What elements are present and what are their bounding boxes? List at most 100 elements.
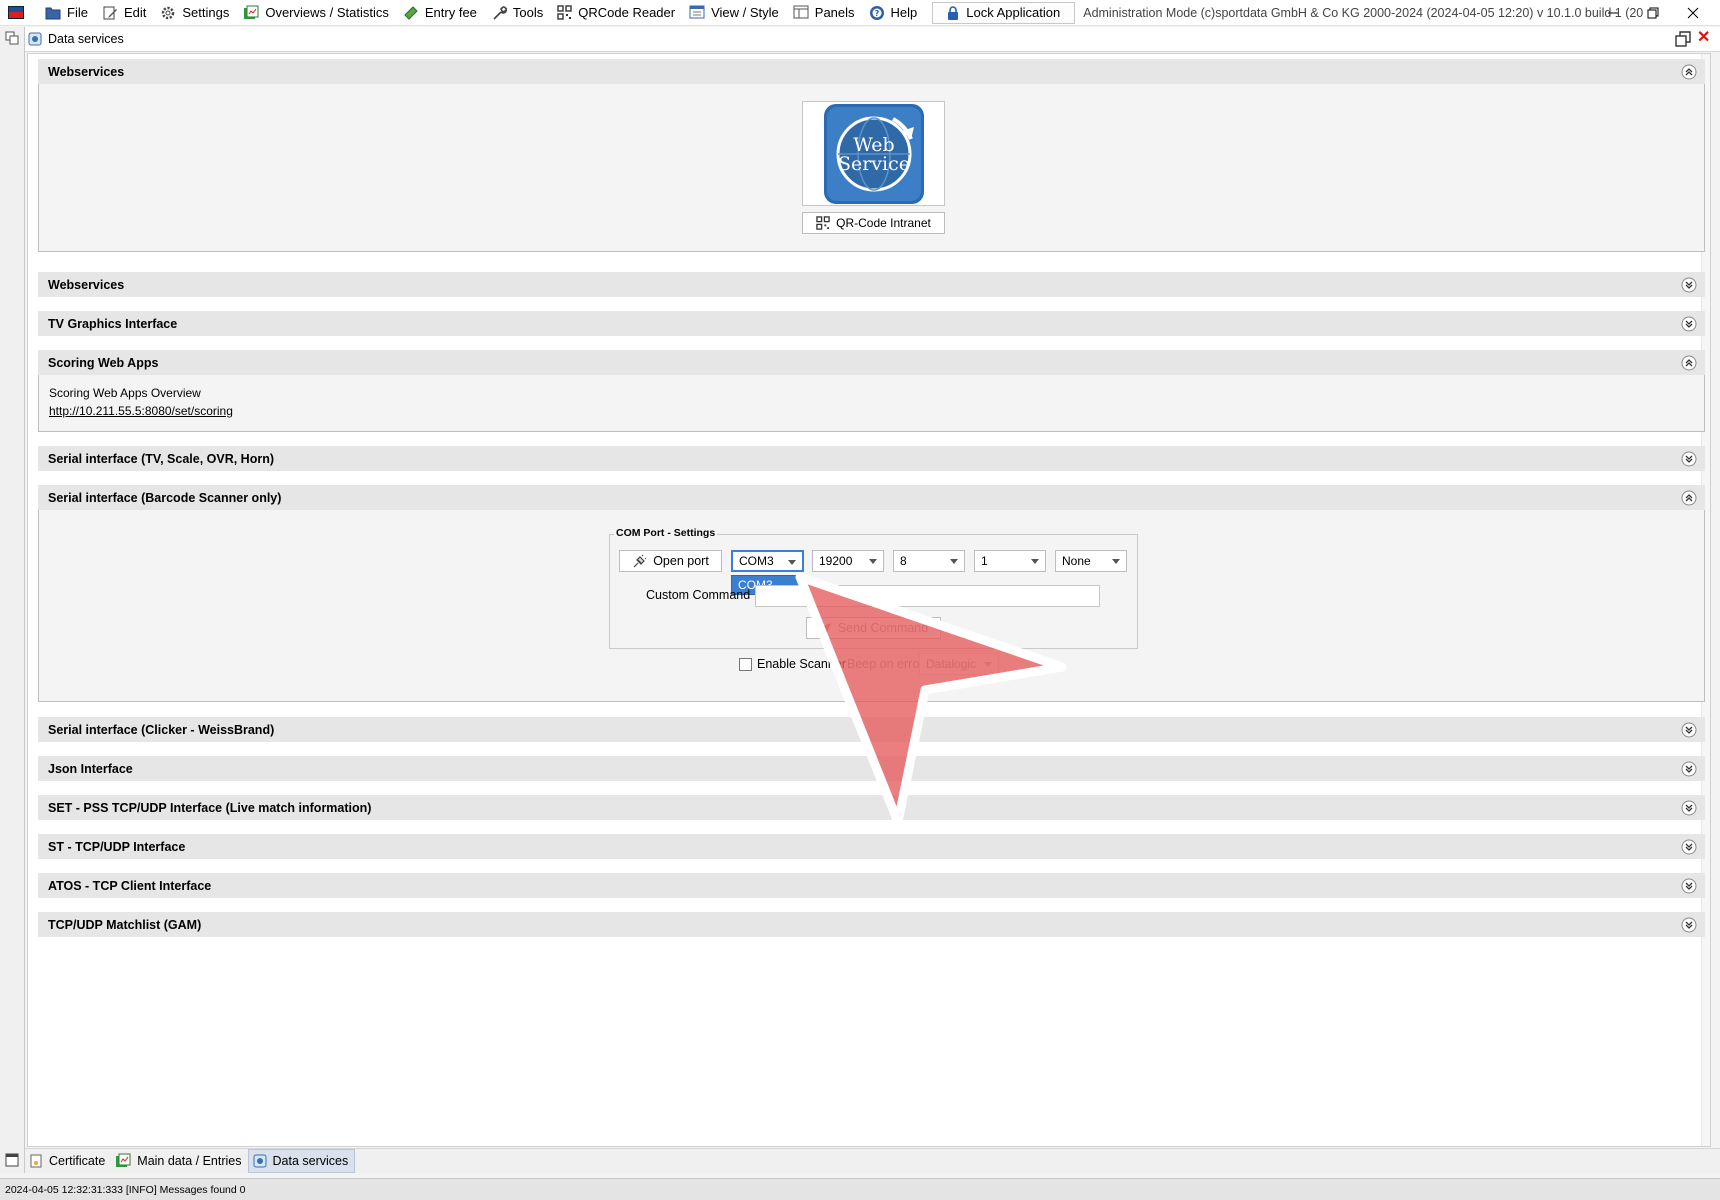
menu-entry-fee[interactable]: Entry fee [396,0,484,26]
section-header[interactable]: Json Interface [38,756,1705,781]
wrench-icon [493,5,507,20]
status-text: 2024-04-05 12:32:31:333 [INFO] Messages … [5,1183,246,1196]
collapse-icon[interactable] [1681,64,1697,80]
section-body: COM Port - Settings Open port COM3 COM3 … [38,510,1705,702]
com-port-select[interactable]: COM3 [731,550,804,572]
window-list-icon[interactable] [5,31,19,45]
parity-select[interactable]: None [1055,550,1127,572]
bottom-tab-bar: Certificate Main data / Entries Data ser… [25,1148,1720,1173]
left-panel-strip [0,27,25,1173]
section-header[interactable]: Webservices [38,59,1705,84]
section-serial-tv: Serial interface (TV, Scale, OVR, Horn) [38,446,1705,471]
chevron-down-icon [788,560,796,565]
money-icon [404,5,418,20]
section-header[interactable]: SET - PSS TCP/UDP Interface (Live match … [38,795,1705,820]
send-command-button[interactable]: Send Command [806,617,941,639]
menu-file[interactable]: File [38,0,95,26]
menu-edit[interactable]: Edit [95,0,153,26]
panels-toggle-icon[interactable] [5,1153,19,1167]
menu-overviews[interactable]: Overviews / Statistics [236,0,396,26]
lock-icon [948,5,959,20]
enable-scanner-checkbox[interactable] [739,658,752,671]
menu-tools[interactable]: Tools [484,0,550,26]
expand-icon[interactable] [1681,878,1697,894]
scanner-model-select[interactable]: Datalogic [919,653,999,675]
data-services-icon [253,1154,266,1168]
section-header[interactable]: Webservices [38,272,1705,297]
close-document-icon[interactable]: ✕ [1697,30,1710,46]
open-port-button[interactable]: Open port [619,550,722,572]
expand-icon[interactable] [1681,316,1697,332]
expand-icon[interactable] [1681,917,1697,933]
document-header: Data services ✕ [25,27,1720,52]
tab-data-services[interactable]: Data services [247,1149,356,1173]
menu-view-style[interactable]: View / Style [682,0,786,26]
section-header[interactable]: Serial interface (Clicker - WeissBrand) [38,717,1705,742]
qr-code-intranet-button[interactable]: QR-Code Intranet [802,212,945,234]
collapse-icon[interactable] [1681,355,1697,371]
expand-icon[interactable] [1681,839,1697,855]
expand-icon[interactable] [1681,451,1697,467]
expand-icon[interactable] [1681,277,1697,293]
mode-info-text: Administration Mode (c)sportdata GmbH & … [1083,5,1644,20]
section-title: TCP/UDP Matchlist (GAM) [48,917,202,932]
section-header[interactable]: TCP/UDP Matchlist (GAM) [38,912,1705,937]
open-port-label: Open port [653,554,709,568]
status-bar: 2024-04-05 12:32:31:333 [INFO] Messages … [0,1178,1720,1200]
lock-application-label: Lock Application [966,5,1061,20]
restore-icon [1647,7,1659,19]
section-header[interactable]: ST - TCP/UDP Interface [38,834,1705,859]
custom-command-label: Custom Command [646,588,751,602]
collapse-icon[interactable] [1681,490,1697,506]
restore-button[interactable] [1633,0,1673,26]
beep-on-error-label[interactable]: Beep on error [847,657,923,671]
section-scoring-web-apps: Scoring Web Apps Scoring Web Apps Overvi… [38,350,1705,432]
menu-settings[interactable]: Settings [153,0,236,26]
view-icon [689,5,705,19]
lock-application-button[interactable]: Lock Application [932,1,1076,24]
data-bits-select[interactable]: 8 [893,550,965,572]
stop-bits-select[interactable]: 1 [974,550,1046,572]
send-icon [819,622,831,635]
expand-icon[interactable] [1681,761,1697,777]
section-clicker: Serial interface (Clicker - WeissBrand) [38,717,1705,742]
scanner-model-value: Datalogic [926,657,977,671]
send-command-label: Send Command [837,621,929,635]
menu-entry-fee-label: Entry fee [424,5,477,20]
baud-rate-select[interactable]: 19200 [812,550,884,572]
section-tv-graphics: TV Graphics Interface [38,311,1705,336]
webservice-icon: Web Service [823,103,924,204]
expand-icon[interactable] [1681,722,1697,738]
menu-qrcode-reader[interactable]: QRCode Reader [550,0,682,26]
expand-icon[interactable] [1681,800,1697,816]
section-title: ATOS - TCP Client Interface [48,878,212,893]
minimize-button[interactable] [1593,0,1633,26]
custom-command-input[interactable] [755,585,1100,607]
section-set-pss: SET - PSS TCP/UDP Interface (Live match … [38,795,1705,820]
undock-icon[interactable] [1675,31,1691,47]
qrcode-icon [816,216,830,230]
tab-main-data[interactable]: Main data / Entries [111,1149,247,1173]
section-title: Webservices [48,64,125,79]
section-title: Json Interface [48,761,133,776]
section-header[interactable]: Serial interface (TV, Scale, OVR, Horn) [38,446,1705,471]
webservice-tile[interactable]: Web Service [802,101,945,206]
menu-help[interactable]: ? Help [862,0,925,26]
statistics-icon [116,1153,131,1167]
menu-settings-label: Settings [182,5,230,20]
section-header[interactable]: ATOS - TCP Client Interface [38,873,1705,898]
section-title: Serial interface (Barcode Scanner only) [48,490,282,505]
scoring-url-link[interactable]: http://10.211.55.5:8080/set/scoring [49,404,233,418]
tab-certificate[interactable]: Certificate [25,1149,111,1173]
close-window-button[interactable] [1673,0,1713,26]
section-header[interactable]: Serial interface (Barcode Scanner only) [38,485,1705,510]
menu-view-style-label: View / Style [711,5,779,20]
section-header[interactable]: TV Graphics Interface [38,311,1705,336]
minimize-icon [1608,12,1618,14]
enable-scanner-label: Enable Scanner [757,657,846,671]
qr-code-intranet-label: QR-Code Intranet [836,216,931,230]
section-webservices-expanded: Webservices Web Service QR-Code Intranet [38,59,1705,252]
chevron-down-icon [1031,559,1039,564]
section-header[interactable]: Scoring Web Apps [38,350,1705,375]
menu-panels[interactable]: Panels [786,0,862,26]
